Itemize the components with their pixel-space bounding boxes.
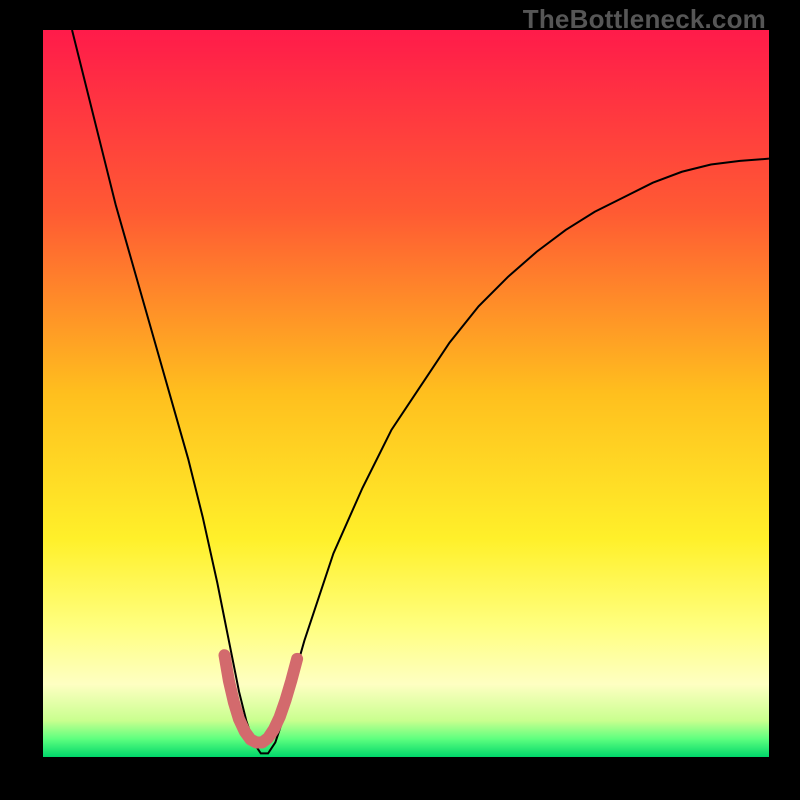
- gradient-background: [43, 30, 769, 757]
- plot-area: [43, 30, 769, 757]
- chart-svg: [43, 30, 769, 757]
- chart-frame: TheBottleneck.com: [0, 0, 800, 800]
- watermark-text: TheBottleneck.com: [523, 4, 766, 35]
